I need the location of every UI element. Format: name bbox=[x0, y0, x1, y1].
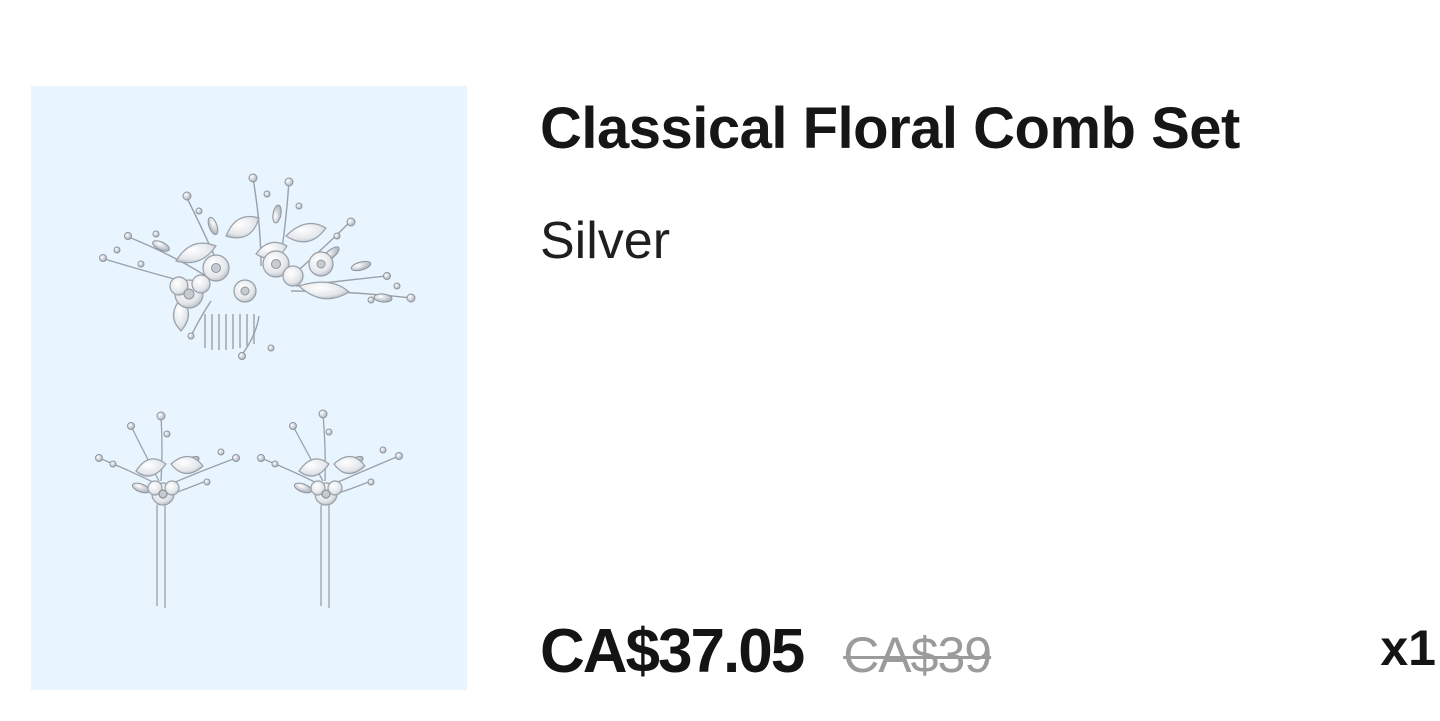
hair-comb bbox=[99, 173, 416, 360]
hair-pin-right bbox=[257, 409, 403, 608]
price-row: CA$37.05 CA$39 bbox=[540, 616, 992, 690]
product-variant: Silver bbox=[540, 212, 671, 270]
floral-comb-set-illustration bbox=[95, 173, 416, 608]
hair-pin-left bbox=[95, 411, 240, 608]
sale-price: CA$37.05 bbox=[540, 617, 805, 686]
product-title[interactable]: Classical Floral Comb Set bbox=[540, 96, 1240, 162]
product-image[interactable] bbox=[31, 86, 467, 690]
quantity-label: x1 bbox=[1380, 620, 1436, 676]
original-price: CA$39 bbox=[843, 627, 992, 683]
cart-item: Classical Floral Comb Set Silver CA$37.0… bbox=[0, 0, 1440, 721]
